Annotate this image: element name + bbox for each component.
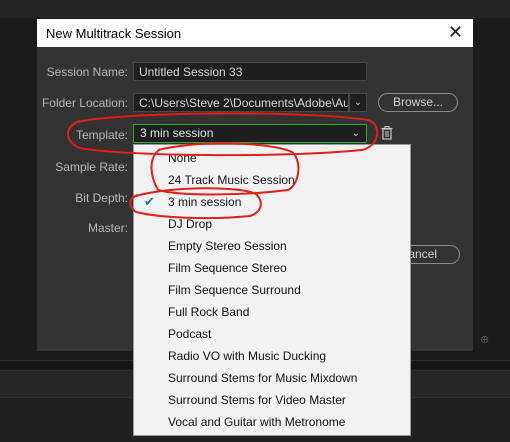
session-name-input[interactable]: Untitled Session 33 (133, 62, 367, 81)
menu-item-surround-stems-for-video-master[interactable]: Surround Stems for Video Master (134, 389, 410, 411)
folder-location-input[interactable]: C:\Users\Steve 2\Documents\Adobe\Aud... (133, 93, 349, 112)
menu-item-vocal-and-guitar-with-metronome[interactable]: Vocal and Guitar with Metronome (134, 411, 410, 433)
menu-item-empty-stereo-session[interactable]: Empty Stereo Session (134, 235, 410, 257)
dialog-title: New Multitrack Session (46, 26, 182, 41)
folder-location-label: Folder Location: (41, 96, 128, 110)
menu-item-film-sequence-stereo[interactable]: Film Sequence Stereo (134, 257, 410, 279)
template-dropdown[interactable]: 3 min session ⌄ (133, 124, 367, 143)
menu-item-3-min-session[interactable]: ✔ 3 min session (134, 191, 410, 213)
trash-icon[interactable] (381, 126, 393, 140)
dialog-titlebar: New Multitrack Session ✕ (37, 19, 473, 47)
menu-item-24-track-music-session[interactable]: 24 Track Music Session (134, 169, 410, 191)
menu-item-dj-drop[interactable]: DJ Drop (134, 213, 410, 235)
master-label: Master: (87, 221, 128, 235)
menu-item-radio-vo-with-music-ducking[interactable]: Radio VO with Music Ducking (134, 345, 410, 367)
menu-item-podcast[interactable]: Podcast (134, 323, 410, 345)
template-value: 3 min session (140, 126, 214, 140)
close-icon[interactable]: ✕ (448, 22, 463, 43)
template-menu: None 24 Track Music Session ✔ 3 min sess… (133, 144, 411, 436)
menu-item-film-sequence-surround[interactable]: Film Sequence Surround (134, 279, 410, 301)
checkmark-icon: ✔ (144, 194, 155, 209)
menu-item-surround-stems-for-music-mixdown[interactable]: Surround Stems for Music Mixdown (134, 367, 410, 389)
session-name-label: Session Name: (46, 65, 128, 79)
chevron-down-icon[interactable]: ⌄ (349, 93, 367, 112)
zoom-fit-icon[interactable]: ⊕ (480, 334, 489, 346)
bit-depth-label: Bit Depth: (75, 191, 128, 205)
menu-item-none[interactable]: None (134, 147, 410, 169)
template-label: Template: (75, 128, 128, 142)
sample-rate-label: Sample Rate: (55, 160, 128, 174)
browse-button[interactable]: Browse... (378, 93, 458, 112)
menu-item-full-rock-band[interactable]: Full Rock Band (134, 301, 410, 323)
app-top-bar (0, 0, 510, 18)
chevron-down-icon: ⌄ (351, 128, 360, 139)
